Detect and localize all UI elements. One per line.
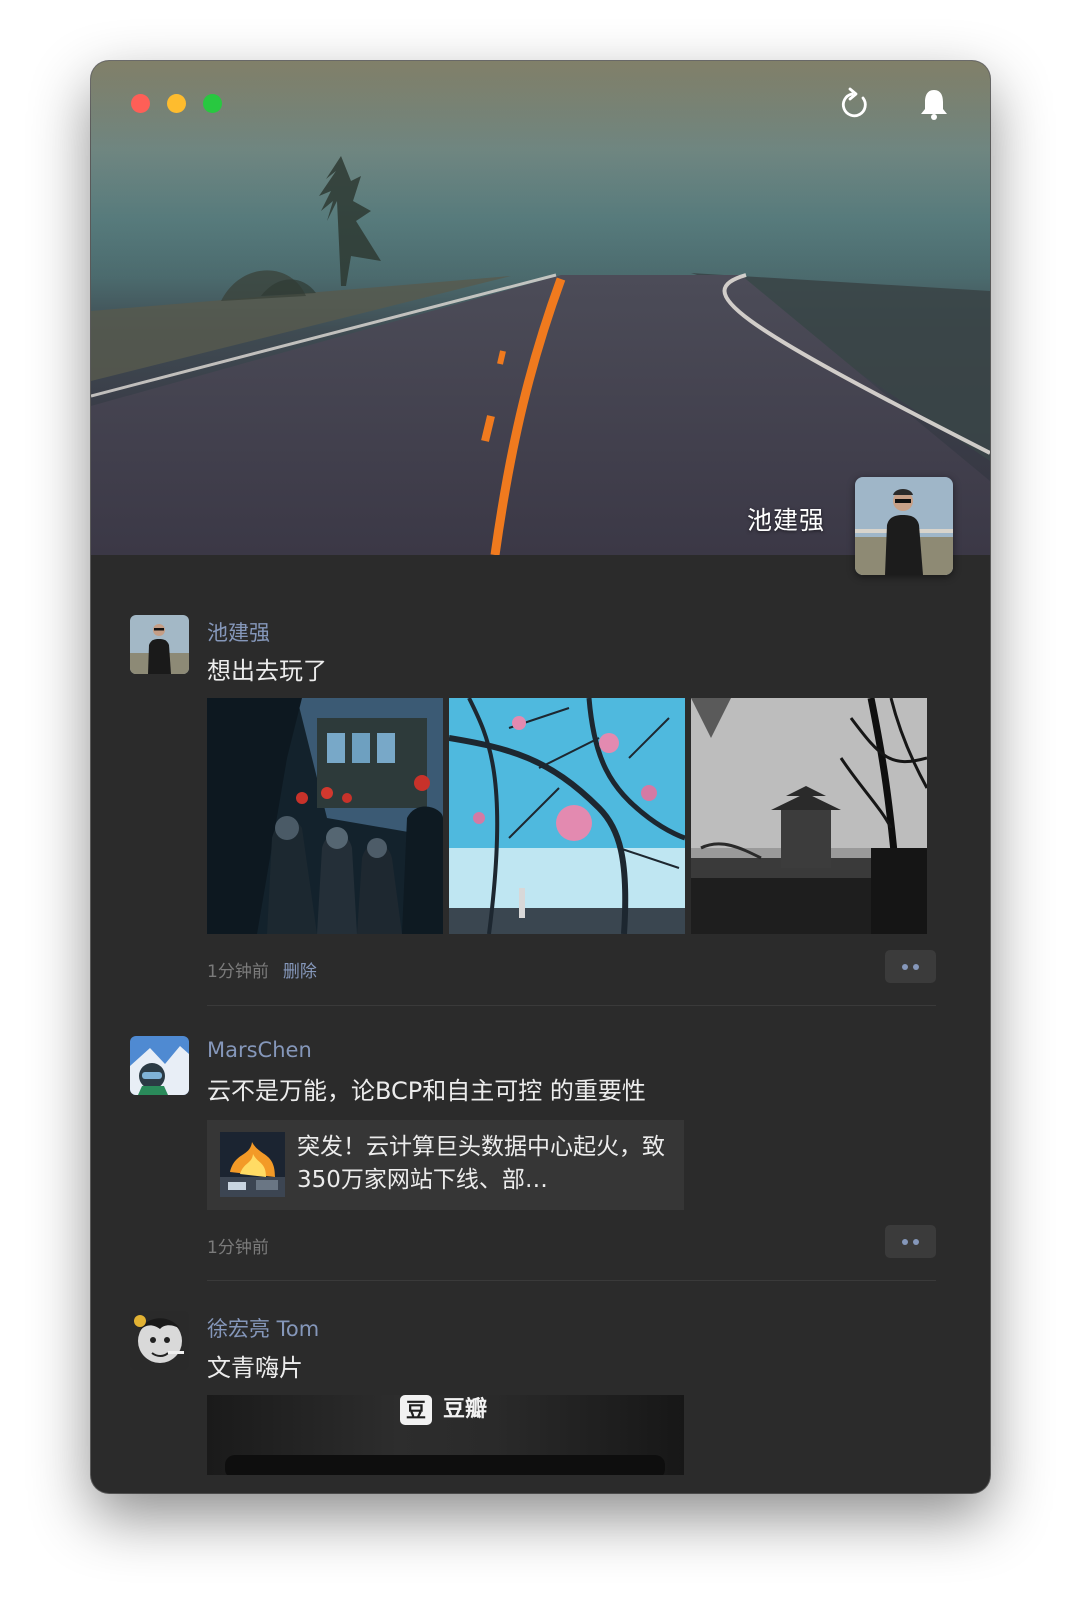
link-card[interactable]: 突发！云计算巨头数据中心起火，致350万家网站下线、部…: [207, 1120, 684, 1210]
minimize-window-button[interactable]: [167, 94, 186, 113]
divider: [207, 1280, 936, 1281]
bell-icon[interactable]: [916, 86, 952, 122]
post-text: 想出去玩了: [207, 657, 327, 685]
avatar[interactable]: [130, 615, 189, 674]
moments-feed: 池建强 想出去玩了 1分钟前 删除 MarsChen 云不是万能，论BCP和自主…: [91, 555, 990, 1493]
dot-icon: [902, 964, 908, 970]
tree-lanterns-photo[interactable]: [449, 698, 685, 934]
douban-brand: 豆瓣: [443, 1397, 488, 1422]
delete-link[interactable]: 删除: [283, 962, 317, 982]
street-crowd-photo[interactable]: [207, 698, 443, 934]
post-meta: 1分钟前 删除: [207, 957, 317, 982]
profile-avatar[interactable]: [855, 477, 953, 575]
refresh-icon[interactable]: [837, 86, 873, 122]
app-window: 池建强 池建强 想出去玩了 1分钟前 删除 MarsChen 云不是万能，论BC…: [91, 61, 990, 1493]
link-title: 突发！云计算巨头数据中心起火，致350万家网站下线、部…: [297, 1134, 665, 1193]
author-name[interactable]: MarsChen: [207, 1038, 312, 1062]
more-button[interactable]: [885, 1225, 936, 1258]
drum-tower-photo[interactable]: [691, 698, 927, 934]
close-window-button[interactable]: [131, 94, 150, 113]
post-text: 云不是万能，论BCP和自主可控 的重要性: [207, 1077, 646, 1105]
post-text: 文青嗨片: [207, 1354, 303, 1382]
post-meta: 1分钟前: [207, 1233, 269, 1258]
profile-name[interactable]: 池建强: [747, 501, 825, 537]
media-title-banner: [225, 1455, 665, 1475]
post-time: 1分钟前: [207, 962, 269, 982]
avatar[interactable]: [130, 1036, 189, 1095]
dot-icon: [913, 1239, 919, 1245]
post-time: 1分钟前: [207, 1238, 269, 1258]
divider: [207, 1005, 936, 1006]
author-name[interactable]: 池建强: [207, 617, 270, 647]
author-name[interactable]: 徐宏亮 Tom: [207, 1313, 319, 1343]
douban-logo: 豆: [400, 1395, 432, 1425]
shared-media-card[interactable]: 豆 豆瓣: [207, 1395, 684, 1475]
dot-icon: [913, 964, 919, 970]
dot-icon: [902, 1239, 908, 1245]
avatar[interactable]: [130, 1311, 189, 1370]
zoom-window-button[interactable]: [203, 94, 222, 113]
link-thumbnail: [220, 1132, 285, 1197]
more-button[interactable]: [885, 950, 936, 983]
